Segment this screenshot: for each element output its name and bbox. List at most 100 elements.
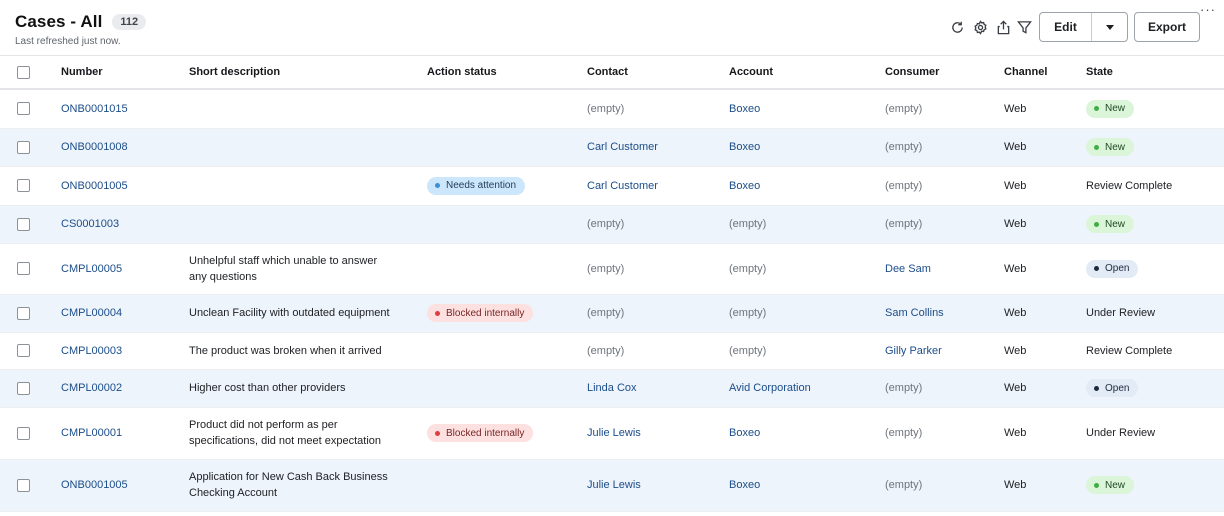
state-badge: New <box>1086 138 1135 156</box>
row-checkbox[interactable] <box>17 217 30 231</box>
row-checkbox[interactable] <box>17 140 30 154</box>
edit-dropdown-toggle[interactable] <box>1092 13 1127 41</box>
account-value: (empty) <box>729 307 767 319</box>
case-number-link[interactable]: ONB0001008 <box>61 141 128 153</box>
row-checkbox[interactable] <box>17 381 30 395</box>
short-description-cell <box>189 166 427 206</box>
account-value: (empty) <box>729 344 767 357</box>
account-value[interactable]: Boxeo <box>729 427 760 439</box>
state-label: Open <box>1105 263 1130 274</box>
row-checkbox[interactable] <box>17 344 30 357</box>
record-count-badge: 112 <box>112 14 147 30</box>
table-row[interactable]: CMPL00005 Unhelpful staff which unable to… <box>0 243 1224 295</box>
select-all-cell <box>0 56 61 90</box>
state-label: New <box>1105 103 1126 115</box>
select-all-checkbox[interactable] <box>17 65 30 79</box>
short-description-cell: Unclean Facility with outdated equipment <box>189 294 427 333</box>
contact-value[interactable]: Julie Lewis <box>587 427 641 439</box>
table-row[interactable]: CMPL00004 Unclean Facility with outdated … <box>0 294 1224 333</box>
column-header-number[interactable]: Number <box>61 56 189 90</box>
status-dot-icon <box>1094 482 1099 488</box>
action-status-cell: Blocked internally <box>427 294 587 333</box>
state-text: Under Review <box>1086 427 1156 439</box>
account-value[interactable]: Boxeo <box>729 103 760 115</box>
contact-value[interactable]: Julie Lewis <box>587 479 641 491</box>
column-header-action-status[interactable]: Action status <box>427 56 587 90</box>
account-value[interactable]: Boxeo <box>729 180 760 192</box>
column-header-state[interactable]: State <box>1086 56 1224 90</box>
case-number-link[interactable]: CMPL00001 <box>61 427 122 439</box>
state-label: New <box>1105 218 1126 230</box>
table-row[interactable]: ONB0001005 Needs attention Carl Customer Bo… <box>0 166 1224 206</box>
row-checkbox[interactable] <box>17 262 30 275</box>
row-select-cell <box>0 205 61 244</box>
number-cell: CMPL00005 <box>61 243 189 295</box>
account-value[interactable]: Boxeo <box>729 479 760 491</box>
consumer-value[interactable]: Gilly Parker <box>885 345 942 357</box>
contact-value: (empty) <box>587 218 625 230</box>
state-cell: New <box>1086 459 1224 512</box>
row-checkbox[interactable] <box>17 478 30 492</box>
consumer-value[interactable]: Sam Collins <box>885 307 944 319</box>
number-cell: ONB0001015 <box>61 89 189 129</box>
case-number-link[interactable]: ONB0001005 <box>61 479 128 491</box>
short-description-line: Higher cost than other providers <box>189 382 346 394</box>
case-number-link[interactable]: ONB0001005 <box>61 180 128 192</box>
row-checkbox[interactable] <box>17 102 30 116</box>
case-number-link[interactable]: CMPL00002 <box>61 382 122 394</box>
channel-value: Web <box>1004 179 1027 192</box>
action-status-label: Needs attention <box>446 180 517 191</box>
table-row[interactable]: CMPL00003 The product was broken when it … <box>0 332 1224 370</box>
case-number-link[interactable]: CMPL00004 <box>61 307 122 319</box>
table-row[interactable]: ONB0001015 (empty) Boxeo (empty) Web New <box>0 89 1224 129</box>
account-value[interactable]: Boxeo <box>729 141 760 153</box>
table-row[interactable]: CMPL00001 Product did not perform as per s… <box>0 407 1224 460</box>
consumer-value[interactable]: Dee Sam <box>885 263 931 275</box>
row-checkbox[interactable] <box>17 306 30 320</box>
refresh-icon[interactable] <box>949 19 965 35</box>
short-description-cell <box>189 128 427 167</box>
table-row[interactable]: CMPL00002 Higher cost than other provider… <box>0 369 1224 408</box>
row-select-cell <box>0 332 61 370</box>
edit-split-button[interactable]: Edit <box>1039 12 1128 42</box>
cases-table: Number Short description Action status C… <box>0 56 1224 512</box>
column-header-contact[interactable]: Contact <box>587 56 729 90</box>
filter-icon[interactable] <box>1016 19 1032 35</box>
channel-cell: Web <box>1004 332 1086 370</box>
consumer-value: (empty) <box>885 479 923 491</box>
consumer-cell: (empty) <box>885 128 1004 167</box>
table-row[interactable]: ONB0001005 Application for New Cash Back … <box>0 459 1224 512</box>
consumer-cell: (empty) <box>885 459 1004 512</box>
column-header-channel[interactable]: Channel <box>1004 56 1086 90</box>
contact-value[interactable]: Carl Customer <box>587 180 658 192</box>
table-row[interactable]: CS0001003 (empty) (empty) (empty) Web New <box>0 205 1224 244</box>
column-header-short-description[interactable]: Short description <box>189 56 427 90</box>
share-icon[interactable] <box>995 19 1011 35</box>
case-number-link[interactable]: CS0001003 <box>61 218 119 230</box>
consumer-cell: (empty) <box>885 205 1004 244</box>
number-cell: CMPL00003 <box>61 332 189 370</box>
state-cell: New <box>1086 89 1224 129</box>
export-button[interactable]: Export <box>1134 12 1200 42</box>
account-value[interactable]: Avid Corporation <box>729 382 811 394</box>
state-text: Review Complete <box>1086 179 1173 192</box>
consumer-cell: (empty) <box>885 407 1004 460</box>
column-header-account[interactable]: Account <box>729 56 885 90</box>
column-header-consumer[interactable]: Consumer <box>885 56 1004 90</box>
account-value: (empty) <box>729 262 767 275</box>
channel-value: Web <box>1004 141 1027 153</box>
contact-value[interactable]: Carl Customer <box>587 141 658 153</box>
settings-icon[interactable] <box>972 19 988 35</box>
more-options-icon[interactable]: ··· <box>1200 3 1216 16</box>
contact-value: (empty) <box>587 262 625 275</box>
case-number-link[interactable]: CMPL00003 <box>61 345 122 357</box>
contact-value[interactable]: Linda Cox <box>587 382 637 394</box>
row-checkbox[interactable] <box>17 426 30 440</box>
edit-button[interactable]: Edit <box>1040 13 1092 41</box>
short-description-cell: Application for New Cash Back Business Ch… <box>189 459 427 512</box>
table-row[interactable]: ONB0001008 Carl Customer Boxeo (empty) Web Ne… <box>0 128 1224 167</box>
case-number-link[interactable]: CMPL00005 <box>61 263 122 275</box>
number-cell: CMPL00002 <box>61 369 189 408</box>
row-checkbox[interactable] <box>17 179 30 192</box>
case-number-link[interactable]: ONB0001015 <box>61 103 128 115</box>
